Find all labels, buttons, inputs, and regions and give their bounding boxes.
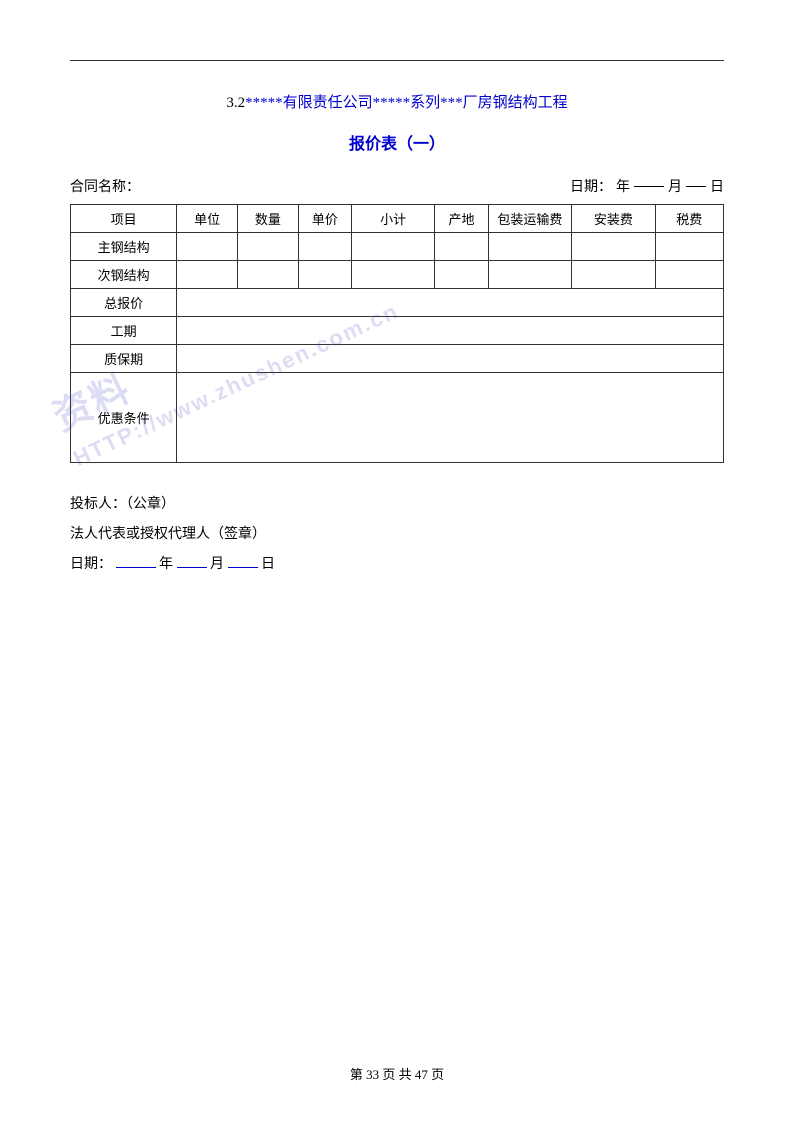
col-header-subtotal: 小计	[351, 205, 435, 233]
row-sec-steel-label: 次钢结构	[71, 261, 177, 289]
page-container: 3.2*****有限责任公司*****系列***厂房钢结构工程 报价表（一） 合…	[0, 0, 794, 1123]
col-header-item: 项目	[71, 205, 177, 233]
bidder-label: 投标人：	[70, 497, 126, 512]
row-sec-steel-qty	[238, 261, 299, 289]
row-main-steel-uprice	[298, 233, 351, 261]
date-year-input	[634, 186, 664, 187]
table-row: 工期	[71, 317, 724, 345]
footer-month-label: 月	[210, 557, 224, 572]
row-warranty-label: 质保期	[71, 345, 177, 373]
row-main-steel-origin	[435, 233, 488, 261]
section-blue-text: *****有限责任公司*****系列***厂房钢结构工程	[245, 95, 568, 111]
contract-name-field: 合同名称：	[70, 176, 140, 196]
row-duration-value	[177, 317, 724, 345]
footer-date-label: 日期：	[70, 557, 112, 572]
col-header-origin: 产地	[435, 205, 488, 233]
col-header-qty: 数量	[238, 205, 299, 233]
row-main-steel-qty	[238, 233, 299, 261]
row-sec-steel-pkg	[488, 261, 572, 289]
date-label: 日期：	[570, 176, 612, 196]
row-main-steel-pkg	[488, 233, 572, 261]
legal-rep-line: 法人代表或授权代理人（签章）	[70, 523, 724, 543]
date-month-label: 月	[668, 176, 682, 196]
date-month-input	[686, 186, 706, 187]
row-sec-steel-install	[572, 261, 656, 289]
row-sec-steel-uprice	[298, 261, 351, 289]
footer-day-input	[228, 567, 258, 568]
date-day-label: 日	[710, 176, 724, 196]
bidder-line: 投标人：（公章）	[70, 493, 724, 513]
row-total-price-value	[177, 289, 724, 317]
col-header-install: 安装费	[572, 205, 656, 233]
row-warranty-value	[177, 345, 724, 373]
row-main-steel-tax	[655, 233, 723, 261]
col-header-uprice: 单价	[298, 205, 351, 233]
table-header-row: 项目 单位 数量 单价 小计 产地 包装运输费 安装费 税费	[71, 205, 724, 233]
footer-date-line: 日期： 年 月 日	[70, 553, 724, 573]
table-row: 次钢结构	[71, 261, 724, 289]
row-sec-steel-unit	[177, 261, 238, 289]
row-main-steel-unit	[177, 233, 238, 261]
row-discount-value	[177, 373, 724, 463]
footer-month-input	[177, 567, 207, 568]
table-row: 质保期	[71, 345, 724, 373]
date-field: 日期： 年 月 日	[570, 176, 724, 196]
report-title: 报价表（一）	[70, 130, 724, 154]
row-discount-label: 优惠条件	[71, 373, 177, 463]
row-sec-steel-tax	[655, 261, 723, 289]
quote-table: 项目 单位 数量 单价 小计 产地 包装运输费 安装费 税费 主钢结构	[70, 204, 724, 463]
table-row: 主钢结构	[71, 233, 724, 261]
col-header-tax: 税费	[655, 205, 723, 233]
row-main-steel-subtotal	[351, 233, 435, 261]
footer-section: 投标人：（公章） 法人代表或授权代理人（签章） 日期： 年 月 日	[70, 493, 724, 573]
bidder-value: （公章）	[126, 497, 175, 512]
contract-label: 合同名称：	[70, 176, 140, 196]
table-row: 总报价	[71, 289, 724, 317]
table-row: 优惠条件	[71, 373, 724, 463]
row-sec-steel-origin	[435, 261, 488, 289]
section-title: 3.2*****有限责任公司*****系列***厂房钢结构工程	[70, 91, 724, 112]
row-total-price-label: 总报价	[71, 289, 177, 317]
footer-year-label: 年	[159, 557, 173, 572]
col-header-pkg: 包装运输费	[488, 205, 572, 233]
row-sec-steel-subtotal	[351, 261, 435, 289]
footer-year-input	[116, 567, 156, 568]
col-header-unit: 单位	[177, 205, 238, 233]
section-number: 3.2	[226, 95, 245, 111]
row-main-steel-label: 主钢结构	[71, 233, 177, 261]
date-year-label: 年	[616, 176, 630, 196]
row-duration-label: 工期	[71, 317, 177, 345]
legal-rep-text: 法人代表或授权代理人（签章）	[70, 527, 266, 542]
page-number: 第 33 页 共 47 页	[0, 1064, 794, 1083]
contract-date-row: 合同名称： 日期： 年 月 日	[70, 176, 724, 196]
row-main-steel-install	[572, 233, 656, 261]
footer-day-label: 日	[261, 557, 275, 572]
top-divider	[70, 60, 724, 61]
